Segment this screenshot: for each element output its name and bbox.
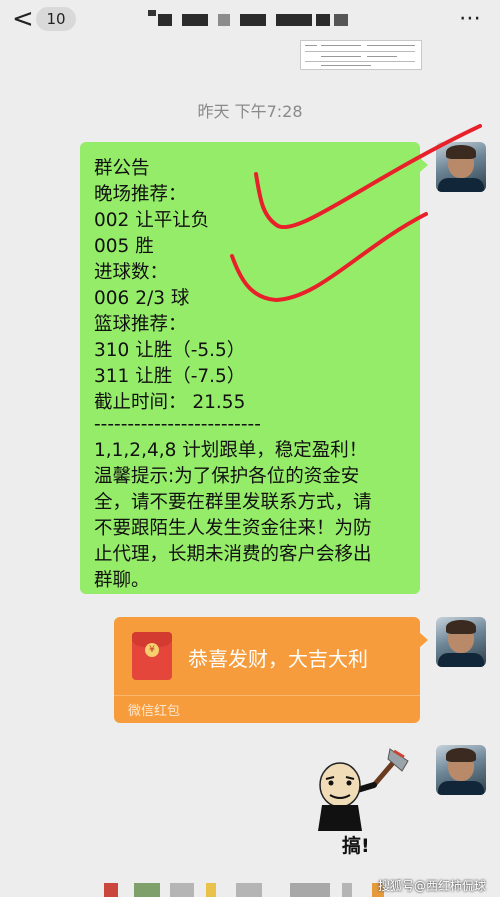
axe-meme-sticker[interactable]: 搞! [310, 745, 420, 860]
announcement-line: 晚场推荐： [94, 184, 187, 205]
announcement-line: 全，请不要在群里发联系方式，请 [94, 492, 372, 513]
announcement-line: 005 胜 [94, 236, 154, 257]
announcement-line: 群聊。 [94, 570, 150, 591]
announcement-line: 不要跟陌生人发生资金往来！为防 [94, 518, 372, 539]
watermark: 搜狐号@西红柿侃球 [377, 879, 486, 893]
message-timestamp: 昨天 下午7:28 [197, 102, 303, 121]
announcement-line: 310 让胜（-5.5） [94, 340, 246, 361]
red-packet-label: 微信红包 [128, 704, 181, 719]
meme-face-axe-icon [318, 748, 409, 831]
announcement-line: 篮球推荐： [94, 314, 187, 335]
announcement-line: 止代理，长期未消费的客户会移出 [94, 544, 372, 565]
announcement-line: 006 2/3 球 [94, 288, 190, 309]
red-envelope-icon: ¥ [132, 632, 172, 680]
more-dots-icon[interactable]: ⋯ [459, 6, 482, 31]
announcement-line: 群公告 [94, 158, 150, 179]
divider [114, 695, 420, 696]
chevron-left-icon: < [12, 4, 34, 34]
sender-avatar[interactable] [436, 617, 486, 667]
announcement-bubble[interactable]: 群公告晚场推荐： 002 让平让负 005 胜进球数： 006 2/3 球篮球推荐： 3… [80, 142, 428, 594]
red-packet-message[interactable]: ¥ 恭喜发财，大吉大利 微信红包 [114, 617, 428, 723]
unread-count-badge: 10 [36, 7, 76, 31]
red-packet-greeting: 恭喜发财，大吉大利 [188, 647, 368, 671]
announcement-line: 截止时间： 21.55 [94, 392, 246, 413]
announcement-line: 进球数： [94, 262, 169, 283]
announcement-line: ------------------------- [94, 414, 261, 435]
back-button[interactable]: < 10 [12, 4, 76, 34]
announcement-line: 002 让平让负 [94, 210, 210, 231]
announcement-line: 温馨提示:为了保护各位的资金安 [94, 466, 360, 487]
sticker-caption: 搞! [342, 835, 370, 857]
chat-header: < 10 ⋯ [0, 0, 500, 40]
sender-avatar[interactable] [436, 142, 486, 192]
sender-avatar[interactable] [436, 745, 486, 795]
document-thumbnail[interactable] [300, 40, 422, 70]
announcement-line: 1,1,2,4,8 计划跟单，稳定盈利！ [94, 440, 368, 461]
announcement-line: 311 让胜（-7.5） [94, 366, 246, 387]
